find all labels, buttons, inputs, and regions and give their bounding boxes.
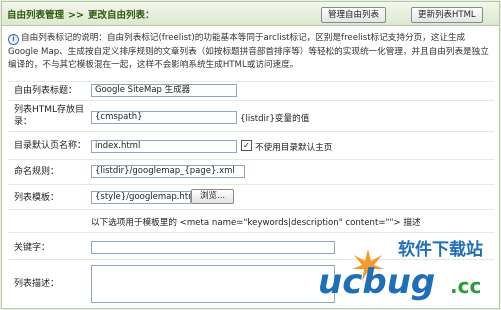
row-divider (8, 209, 494, 210)
naming-input[interactable]: {listdir}/googlemap_{page}.xml (91, 165, 245, 178)
ucbug-logo-icon: 软件下载站 ucbug .cc (318, 239, 483, 302)
row-divider (8, 159, 494, 160)
title-input[interactable]: Google SiteMap 生成器 (91, 84, 237, 97)
row-divider (8, 100, 494, 101)
default-page-input[interactable]: index.html (91, 140, 237, 153)
intro-text: 自由列表标记的说明：自由列表标记(freelist)的功能基本等同于arclis… (8, 33, 489, 70)
row-divider (8, 184, 494, 185)
dir-input[interactable]: {cmspath} (91, 111, 237, 124)
dir-note: {listdir}变量的值 (240, 114, 310, 124)
intro-description: i 自由列表标记的说明：自由列表标记(freelist)的功能基本等同于arcli… (8, 32, 494, 73)
keywords-input[interactable] (91, 241, 335, 254)
description-label: 列表描述： (14, 279, 60, 289)
manage-freelist-button[interactable]: 管理自由列表 (321, 7, 387, 23)
freelist-edit-panel: 自由列表管理 >> 更改自由列表： 管理自由列表 更新列表HTML i 自由列表标记的… (1, 1, 500, 309)
site-watermark: 软件下载站 ucbug .cc (310, 235, 500, 307)
row-divider (8, 81, 494, 82)
naming-label: 命名规则： (14, 167, 60, 177)
title-label: 自由列表标题： (14, 86, 78, 96)
dir-label: 列表HTML存放目录： (14, 105, 85, 127)
description-textarea[interactable] (91, 265, 335, 303)
template-input[interactable]: {style}/googlemap.htm (91, 191, 191, 204)
no-default-page-checkbox[interactable]: ✓ (241, 140, 252, 151)
meta-note: 以下选项用于模板里的 <meta name="keywords|descript… (91, 218, 421, 228)
default-page-label: 目录默认页名称： (14, 141, 87, 151)
watermark-logo-text: ucbug (318, 262, 435, 302)
watermark-top-text: 软件下载站 (398, 239, 483, 260)
update-list-html-button[interactable]: 更新列表HTML (411, 7, 483, 23)
no-default-page-label: 不使用目录默认主页 (255, 143, 333, 153)
watermark-cc-text: .cc (450, 274, 481, 298)
breadcrumb-root[interactable]: 自由列表管理 (7, 10, 64, 21)
breadcrumb: 自由列表管理 >> 更改自由列表： (7, 7, 154, 21)
info-icon: i (8, 34, 19, 45)
template-label: 列表模板： (14, 193, 60, 203)
keywords-label: 关键字： (14, 243, 51, 253)
browse-button[interactable]: 浏览... (191, 189, 235, 204)
row-divider (8, 232, 494, 233)
breadcrumb-separator: >> (68, 10, 84, 21)
panel-header: 自由列表管理 >> 更改自由列表： 管理自由列表 更新列表HTML (2, 2, 499, 26)
breadcrumb-current: 更改自由列表： (87, 10, 155, 21)
row-divider (8, 131, 494, 132)
